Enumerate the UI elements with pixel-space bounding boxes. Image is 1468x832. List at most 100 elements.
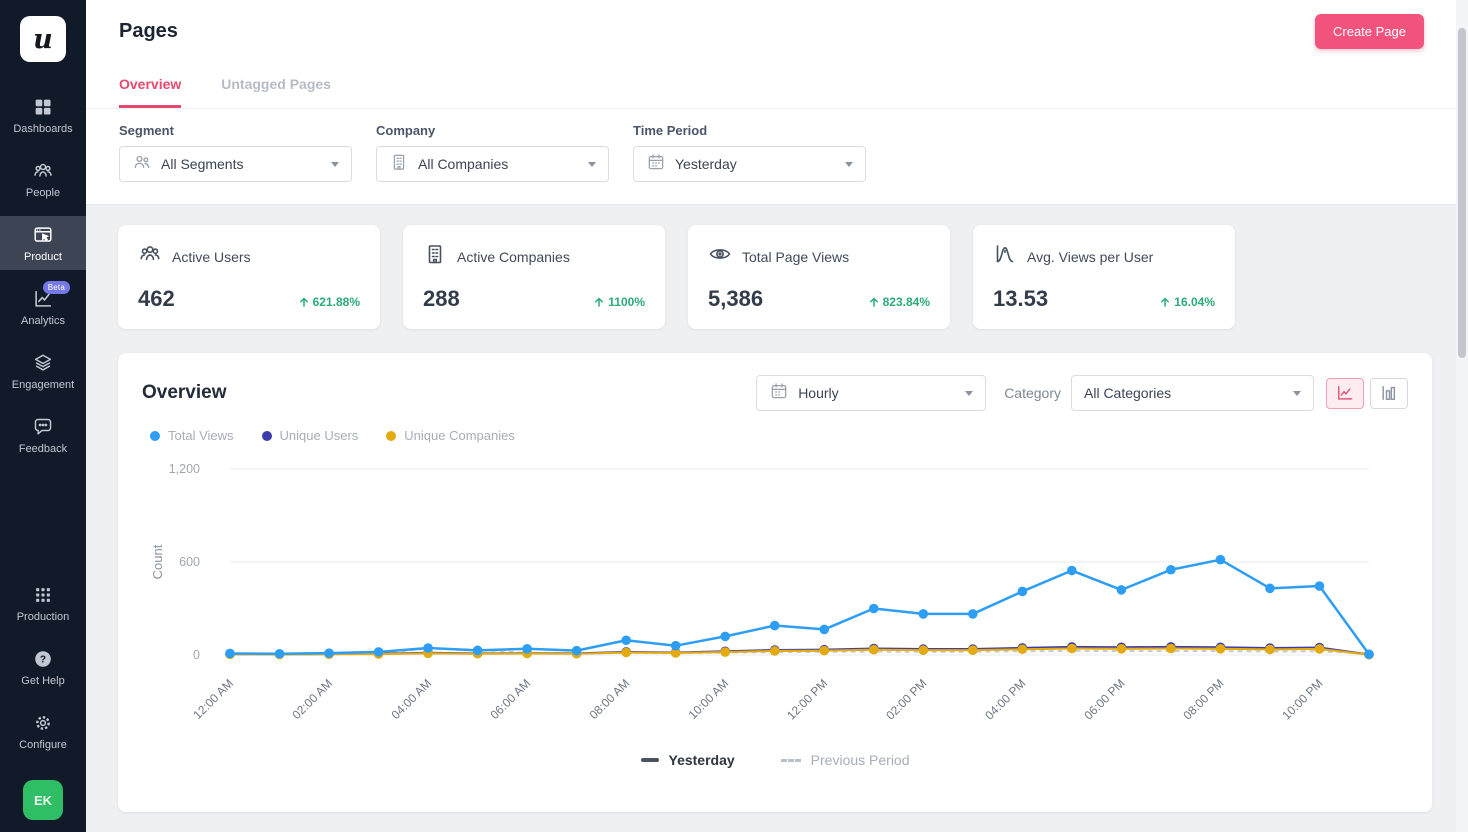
stat-cards: Active Users 462 621.88% Active Companie… (118, 225, 1432, 329)
beta-badge: Beta (43, 281, 70, 294)
svg-text:12:00 PM: 12:00 PM (784, 676, 830, 722)
stat-label: Total Page Views (742, 249, 849, 265)
line-chart-toggle-button[interactable] (1326, 378, 1364, 409)
sidebar-item-analytics[interactable]: Beta Analytics (0, 280, 86, 334)
analytics-icon: Beta (32, 288, 54, 310)
time-period-select[interactable]: Yesterday (633, 146, 866, 182)
sidebar-item-feedback[interactable]: Feedback (0, 408, 86, 462)
svg-text:600: 600 (179, 555, 200, 569)
calendar-icon (646, 152, 666, 177)
arrow-up-icon (593, 296, 605, 308)
sidebar-item-people[interactable]: People (0, 152, 86, 206)
sidebar-item-product[interactable]: Product (0, 216, 86, 270)
stat-delta: 823.84% (868, 295, 930, 312)
legend-unique-users[interactable]: Unique Users (262, 428, 359, 443)
vertical-scrollbar[interactable] (1456, 0, 1468, 832)
sidebar-item-get-help[interactable]: ? Get Help (0, 640, 86, 694)
overview-line-chart: 06001,200Count12:00 AM02:00 AM04:00 AM06… (142, 448, 1408, 745)
legend-total-views[interactable]: Total Views (150, 428, 234, 443)
chevron-down-icon (331, 162, 339, 167)
legend-unique-companies[interactable]: Unique Companies (386, 428, 515, 443)
sidebar-item-engagement[interactable]: Engagement (0, 344, 86, 398)
sidebar-item-label: Feedback (19, 443, 67, 455)
sidebar-item-label: Production (17, 611, 70, 623)
arrow-up-icon (298, 296, 310, 308)
unique-users-dot (262, 431, 272, 441)
bar-chart-toggle-button[interactable] (1370, 378, 1408, 409)
svg-text:1,200: 1,200 (169, 462, 200, 476)
segment-filter-label: Segment (119, 123, 352, 138)
sidebar: u Dashboards People Product Beta Anal (0, 0, 86, 832)
sidebar-item-label: Get Help (21, 675, 64, 687)
time-period-value: Yesterday (675, 156, 737, 172)
building-icon (423, 242, 447, 271)
content-area: Active Users 462 621.88% Active Companie… (86, 205, 1468, 812)
feedback-icon (32, 416, 54, 438)
stat-value: 13.53 (993, 286, 1048, 312)
filter-bar: Segment All Segments Company All Compani… (86, 109, 1468, 205)
sidebar-item-configure[interactable]: Configure (0, 704, 86, 758)
company-value: All Companies (418, 156, 508, 172)
company-select[interactable]: All Companies (376, 146, 609, 182)
sidebar-item-production[interactable]: Production (0, 576, 86, 630)
sidebar-item-label: Analytics (21, 315, 65, 327)
stat-card-avg-views-per-user: Avg. Views per User 13.53 16.04% (973, 225, 1235, 329)
overview-section-title: Overview (142, 382, 227, 404)
segment-value: All Segments (161, 156, 243, 172)
svg-text:06:00 AM: 06:00 AM (487, 676, 533, 722)
stat-value: 288 (423, 286, 460, 312)
chevron-down-icon (588, 162, 596, 167)
legend-previous-period[interactable]: Previous Period (781, 752, 910, 768)
category-select[interactable]: All Categories (1071, 375, 1314, 411)
stat-label: Active Users (172, 249, 251, 265)
create-page-button[interactable]: Create Page (1315, 14, 1424, 49)
svg-text:02:00 PM: 02:00 PM (883, 676, 929, 722)
yesterday-swatch (641, 758, 659, 762)
arrow-up-icon (1159, 296, 1171, 308)
svg-text:06:00 PM: 06:00 PM (1081, 676, 1127, 722)
page-header: Pages Create Page Overview Untagged Page… (86, 0, 1468, 109)
sidebar-item-label: Configure (19, 739, 67, 751)
tab-overview[interactable]: Overview (119, 76, 181, 108)
scrollbar-thumb[interactable] (1458, 28, 1466, 358)
svg-text:04:00 AM: 04:00 AM (388, 676, 434, 722)
svg-text:Count: Count (150, 544, 165, 579)
chevron-down-icon (965, 391, 973, 396)
people-icon (32, 160, 54, 182)
unique-companies-dot (386, 431, 396, 441)
sidebar-item-label: People (26, 187, 60, 199)
company-filter-label: Company (376, 123, 609, 138)
arrow-up-icon (868, 296, 880, 308)
chevron-down-icon (845, 162, 853, 167)
stat-delta: 16.04% (1159, 295, 1215, 312)
sidebar-item-dashboards[interactable]: Dashboards (0, 88, 86, 142)
userpilot-logo[interactable]: u (20, 16, 66, 62)
user-avatar[interactable]: EK (23, 780, 63, 820)
stat-value: 462 (138, 286, 175, 312)
sidebar-item-label: Dashboards (13, 123, 72, 135)
tab-untagged-pages[interactable]: Untagged Pages (221, 76, 331, 108)
sidebar-item-label: Product (24, 251, 62, 263)
series-legend: Total Views Unique Users Unique Companie… (150, 428, 1408, 443)
stat-card-active-users: Active Users 462 621.88% (118, 225, 380, 329)
calendar-icon (769, 381, 789, 406)
stat-card-total-page-views: Total Page Views 5,386 823.84% (688, 225, 950, 329)
segment-select[interactable]: All Segments (119, 146, 352, 182)
total-views-dot (150, 431, 160, 441)
tab-bar: Overview Untagged Pages (119, 76, 1424, 108)
time-period-filter-label: Time Period (633, 123, 866, 138)
line-chart-icon (1335, 383, 1355, 403)
svg-text:04:00 PM: 04:00 PM (982, 676, 1028, 722)
help-icon: ? (32, 648, 54, 670)
time-period-filter: Time Period Yesterday (633, 123, 866, 182)
bar-chart-icon (1379, 383, 1399, 403)
eye-icon (708, 242, 732, 271)
granularity-select[interactable]: Hourly (756, 375, 986, 411)
legend-yesterday[interactable]: Yesterday (641, 752, 735, 768)
previous-period-swatch (781, 759, 801, 762)
app-window: u Dashboards People Product Beta Anal (0, 0, 1468, 832)
svg-text:0: 0 (193, 648, 200, 662)
category-label: Category (1004, 385, 1061, 401)
main-area: Pages Create Page Overview Untagged Page… (86, 0, 1468, 832)
svg-text:10:00 AM: 10:00 AM (686, 676, 732, 722)
